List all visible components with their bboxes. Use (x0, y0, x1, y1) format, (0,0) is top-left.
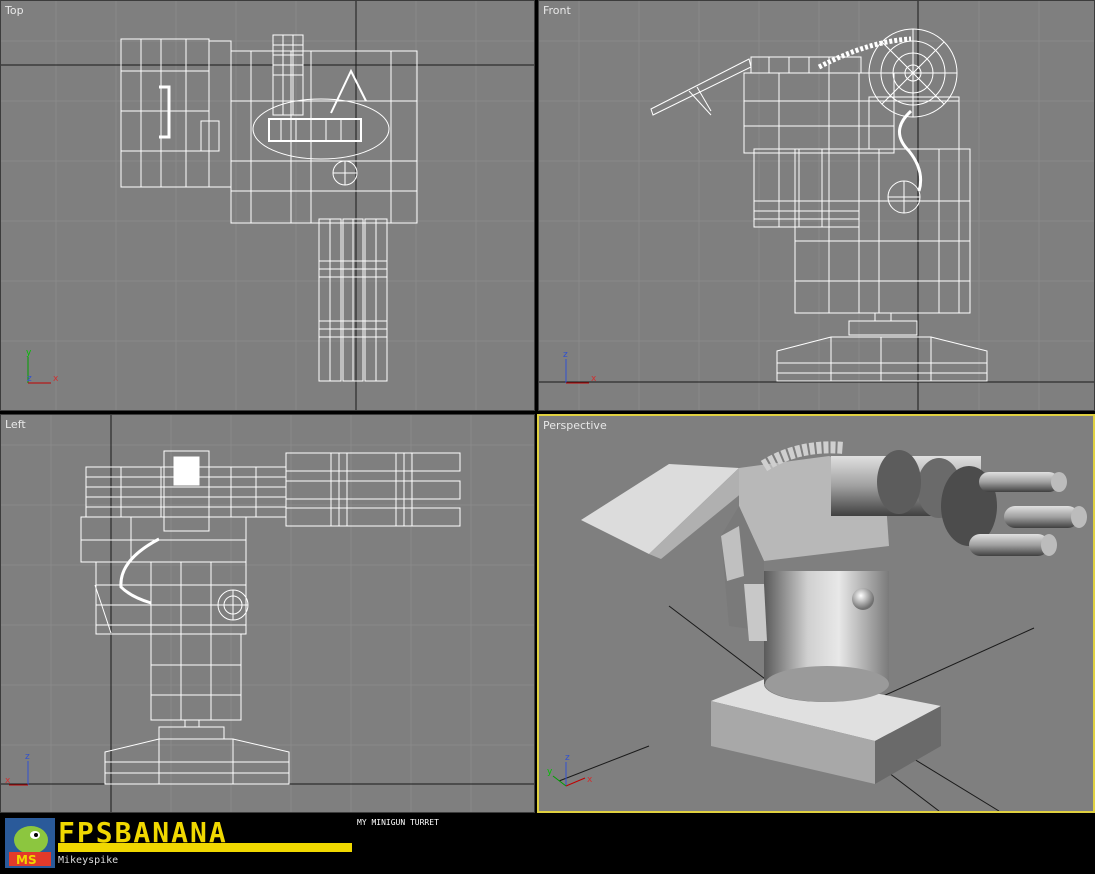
ms-logo: MS (5, 818, 55, 868)
viewport-top-label[interactable]: Top (5, 4, 24, 17)
axis-y-label: y (26, 348, 32, 358)
ms-badge-text: MS (16, 853, 37, 867)
left-view-wireframe: z x (1, 415, 534, 812)
axis-z-label: z (563, 350, 568, 360)
viewport-top[interactable]: y x z Top (0, 0, 535, 411)
author-name: Mikeyspike (58, 855, 119, 866)
axis-x-label: x (587, 775, 593, 785)
viewport-front[interactable]: z x Front (538, 0, 1095, 411)
top-view-wireframe: y x z (1, 1, 534, 410)
axis-y-label: y (547, 767, 553, 777)
viewport-front-label[interactable]: Front (543, 4, 571, 17)
logo-underline-bar (58, 843, 352, 852)
viewport-left[interactable]: z x Left (0, 414, 535, 813)
perspective-view-render: z x y (547, 441, 1087, 811)
image-caption: MY MINIGUN TURRET (357, 818, 439, 827)
viewport-perspective-label[interactable]: Perspective (543, 419, 607, 432)
axis-z-label: z (25, 752, 30, 762)
axis-z-label: z (27, 374, 32, 384)
viewport-perspective[interactable]: z x y Perspective (537, 414, 1095, 813)
axis-x-label: x (53, 374, 59, 384)
axis-x-label: x (591, 374, 597, 384)
axis-x-label: x (5, 776, 11, 786)
axis-z-label: z (565, 753, 570, 763)
front-view-wireframe: z x (539, 1, 1094, 410)
viewport-left-label[interactable]: Left (5, 418, 26, 431)
